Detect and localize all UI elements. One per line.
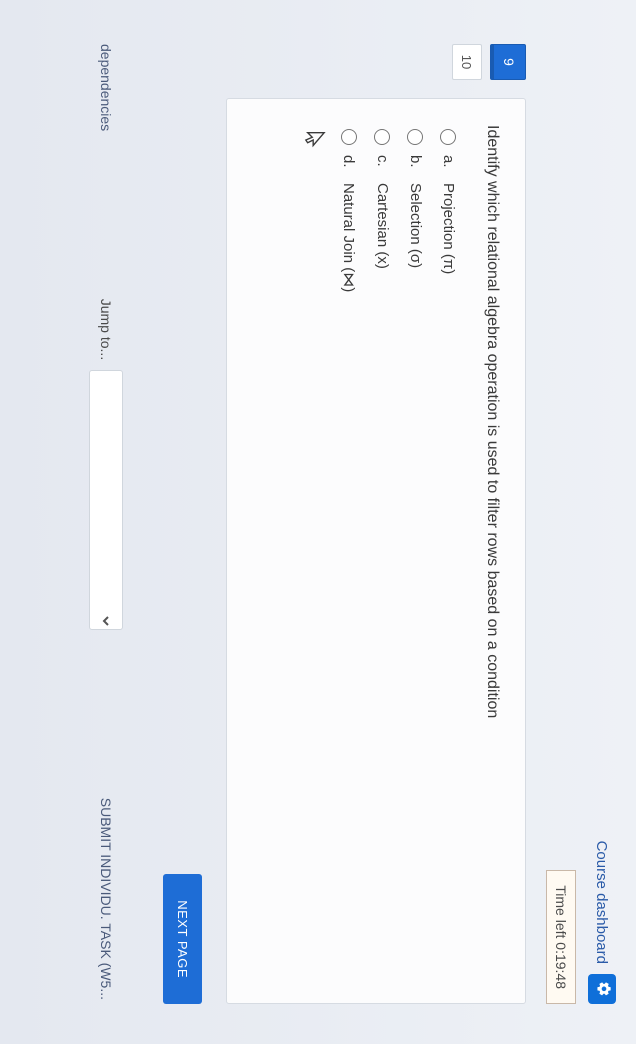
option-label: Cartesian (x): [374, 183, 391, 269]
question-nav-column: 9 10: [452, 40, 526, 84]
timer-box: Time left 0:19:48: [546, 870, 576, 1004]
jump-to-select[interactable]: [89, 370, 123, 630]
option-a[interactable]: a. Projection (π): [440, 129, 457, 977]
next-page-button[interactable]: NEXT PAGE: [163, 874, 202, 1004]
option-label: Projection (π): [440, 183, 457, 274]
gear-icon: [592, 981, 613, 997]
option-letter: d.: [340, 155, 357, 173]
option-letter: c.: [374, 155, 391, 173]
prev-activity-link[interactable]: dependencies: [98, 44, 114, 131]
question-card: Identify which relational algebra operat…: [226, 98, 526, 1004]
question-text: Identify which relational algebra operat…: [481, 125, 503, 977]
option-b[interactable]: b. Selection (σ): [407, 129, 424, 977]
option-b-radio[interactable]: [407, 129, 423, 145]
option-d[interactable]: d. Natural Join (⋈): [340, 129, 358, 977]
options-list: a. Projection (π) b. Selection (σ) c. Ca…: [340, 125, 457, 977]
option-label: Selection (σ): [407, 183, 424, 268]
option-letter: b.: [407, 155, 424, 173]
option-c[interactable]: c. Cartesian (x): [374, 129, 391, 977]
question-number-current[interactable]: 9: [490, 44, 526, 80]
option-a-radio[interactable]: [440, 129, 456, 145]
gear-button[interactable]: [588, 974, 616, 1004]
cursor-icon: [299, 129, 326, 977]
timer-label: Time left 0:19:48: [553, 885, 569, 989]
question-number-next[interactable]: 10: [452, 44, 482, 80]
option-d-radio[interactable]: [341, 129, 357, 145]
jump-to-label: Jump to...: [98, 299, 114, 360]
next-activity-link[interactable]: SUBMIT INDIVIDU. TASK (W5...: [98, 798, 114, 1000]
course-dashboard-link[interactable]: Course dashboard: [594, 841, 611, 964]
option-letter: a.: [440, 155, 457, 173]
option-label: Natural Join (⋈): [340, 183, 358, 292]
bottom-nav: dependencies Jump to... SUBMIT INDIVIDU.…: [89, 40, 123, 1004]
option-c-radio[interactable]: [374, 129, 390, 145]
